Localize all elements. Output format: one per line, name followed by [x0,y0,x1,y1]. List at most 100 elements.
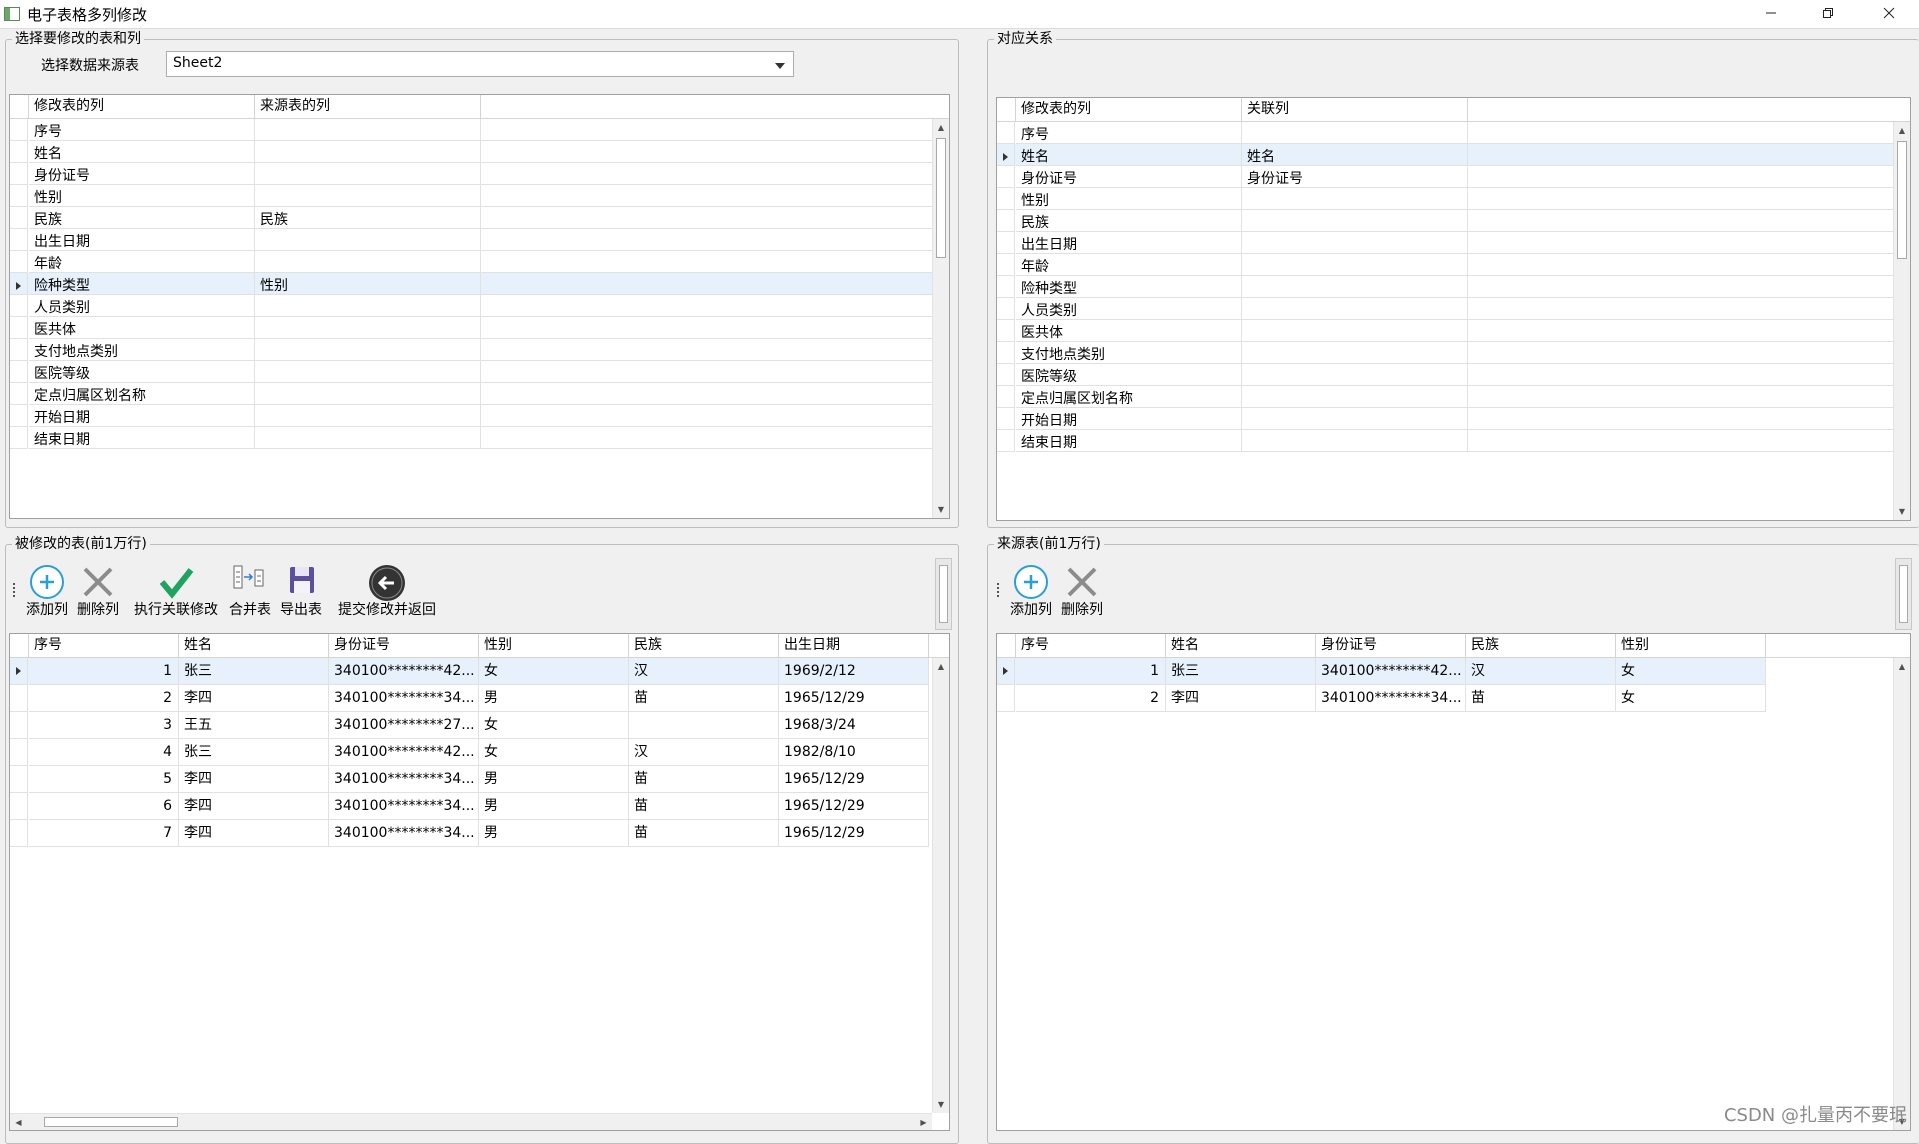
table-cell[interactable]: 340100********34... [329,793,479,820]
row-header[interactable] [997,254,1015,276]
source-column-cell[interactable] [1242,276,1468,298]
column-header[interactable]: 来源表的列 [255,95,481,118]
table-row[interactable]: 5 李四 340100********34... 男苗 1965/12/29 [10,766,929,793]
table-cell[interactable]: 340100********34... [329,820,479,847]
scroll-up-icon[interactable]: ▲ [1894,122,1910,139]
table-row[interactable]: 2 李四 340100********34... 男苗 1965/12/29 [10,685,929,712]
toolbar-grip[interactable] [997,583,1002,597]
row-header[interactable] [10,119,28,141]
row-header[interactable] [10,405,28,427]
target-column-cell[interactable]: 序号 [1016,122,1242,144]
scroll-down-icon[interactable]: ▼ [933,1096,949,1113]
column-header[interactable]: 性别 [479,634,629,657]
scroll-up-icon[interactable]: ▲ [933,119,949,136]
source-column-cell[interactable] [255,141,481,163]
source-column-cell[interactable] [255,251,481,273]
scroll-up-icon[interactable]: ▲ [933,658,949,675]
execute-join-button[interactable]: 执行关联修改 [130,558,222,622]
row-header[interactable] [997,408,1015,430]
row-header[interactable] [10,658,28,685]
column-header[interactable]: 身份证号 [329,634,479,657]
row-header[interactable] [997,166,1015,188]
table-row[interactable]: 7 李四 340100********34... 男苗 1965/12/29 [10,820,929,847]
table-cell[interactable]: 1965/12/29 [779,820,929,847]
scroll-up-icon[interactable]: ▲ [1894,658,1910,675]
table-cell[interactable]: 苗 [629,766,779,793]
table-row[interactable]: 6 李四 340100********34... 男苗 1965/12/29 [10,793,929,820]
source-table-grid[interactable]: 序号 姓名 身份证号 民族 性别 1 张三 340100********42... 汉女 2 李四… [996,633,1911,1131]
target-column-cell[interactable]: 支付地点类别 [1016,342,1242,364]
table-cell[interactable]: 340100********34... [1316,685,1466,712]
target-column-cell[interactable]: 人员类别 [29,295,255,317]
table-cell[interactable]: 340100********42... [1316,658,1466,685]
table-cell[interactable]: 1965/12/29 [779,766,929,793]
row-header[interactable] [10,295,28,317]
target-column-cell[interactable]: 身份证号 [1016,166,1242,188]
delete-column-button[interactable]: 删除列 [74,558,122,622]
horizontal-scrollbar[interactable]: ◀ ▶ [10,1113,932,1130]
column-header[interactable]: 姓名 [179,634,329,657]
restore-button[interactable] [1805,0,1851,28]
table-row[interactable]: 姓名 姓名 [997,144,1893,166]
minimize-button[interactable] [1748,0,1794,28]
row-header[interactable] [997,276,1015,298]
source-column-cell[interactable] [255,405,481,427]
table-row[interactable]: 支付地点类别 [997,342,1893,364]
column-header[interactable]: 出生日期 [779,634,929,657]
table-row[interactable]: 险种类型 [997,276,1893,298]
row-header[interactable] [997,188,1015,210]
toolbar-grip[interactable] [13,583,18,597]
toolbar-overflow-scroll[interactable] [1895,558,1912,630]
target-column-cell[interactable]: 姓名 [29,141,255,163]
table-cell[interactable]: 1965/12/29 [779,685,929,712]
row-header[interactable] [997,210,1015,232]
table-row[interactable]: 医共体 [10,317,932,339]
row-header[interactable] [10,141,28,163]
target-column-cell[interactable]: 开始日期 [1016,408,1242,430]
source-column-cell[interactable] [255,295,481,317]
source-column-cell[interactable] [255,339,481,361]
source-column-cell[interactable] [1242,430,1468,452]
table-row[interactable]: 出生日期 [997,232,1893,254]
toolbar-overflow-scroll[interactable] [935,558,952,630]
row-header[interactable] [10,251,28,273]
target-column-cell[interactable]: 医院等级 [1016,364,1242,386]
add-column-button[interactable]: 添加列 [1007,558,1055,622]
target-column-cell[interactable]: 支付地点类别 [29,339,255,361]
source-column-cell[interactable] [1242,210,1468,232]
table-cell[interactable]: 2 [1016,685,1166,712]
table-cell[interactable]: 李四 [1166,685,1316,712]
table-cell[interactable]: 张三 [179,658,329,685]
table-cell[interactable]: 苗 [629,793,779,820]
table-cell[interactable]: 张三 [179,739,329,766]
table-cell[interactable]: 5 [29,766,179,793]
table-row[interactable]: 4 张三 340100********42... 女汉 1982/8/10 [10,739,929,766]
table-cell[interactable]: 男 [479,793,629,820]
table-cell[interactable]: 李四 [179,793,329,820]
table-cell[interactable]: 苗 [1466,685,1616,712]
table-cell[interactable]: 4 [29,739,179,766]
row-header[interactable] [10,739,28,766]
column-header[interactable]: 修改表的列 [1016,98,1242,121]
source-column-cell[interactable] [1242,254,1468,276]
table-cell[interactable]: 女 [1616,658,1766,685]
source-column-cell[interactable] [1242,364,1468,386]
source-column-cell[interactable] [255,383,481,405]
target-column-cell[interactable]: 结束日期 [29,427,255,449]
column-header[interactable]: 姓名 [1166,634,1316,657]
table-cell[interactable]: 李四 [179,820,329,847]
table-cell[interactable]: 1 [1016,658,1166,685]
source-column-cell[interactable] [255,119,481,141]
row-header[interactable] [10,339,28,361]
add-column-button[interactable]: 添加列 [23,558,71,622]
table-row[interactable]: 年龄 [997,254,1893,276]
source-column-cell[interactable] [255,361,481,383]
scroll-thumb[interactable] [936,138,946,258]
table-row[interactable]: 人员类别 [10,295,932,317]
hscroll-thumb[interactable] [44,1117,178,1127]
row-header[interactable] [10,427,28,449]
row-header[interactable] [10,317,28,339]
column-header[interactable]: 民族 [1466,634,1616,657]
table-row[interactable]: 开始日期 [10,405,932,427]
target-column-cell[interactable]: 年龄 [29,251,255,273]
